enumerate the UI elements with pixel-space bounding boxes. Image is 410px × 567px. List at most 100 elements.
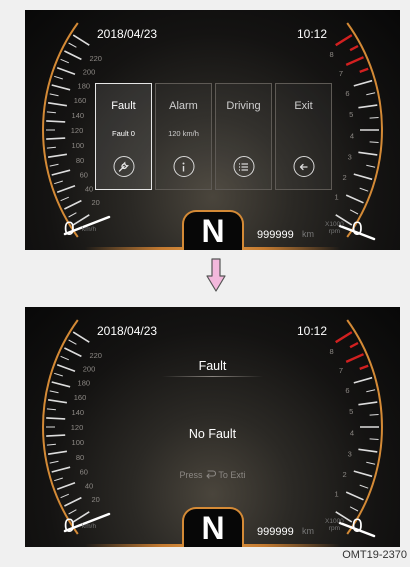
speed-unit: km/h xyxy=(82,523,97,530)
menu-item-fault[interactable]: Fault Fault 0 xyxy=(95,83,152,190)
speed-tick xyxy=(54,372,63,377)
speed-scale-label: 140 xyxy=(72,408,85,417)
rpm-tick xyxy=(345,491,364,501)
speed-scale-label: 140 xyxy=(72,111,85,120)
odometer-value: 999999 xyxy=(257,229,294,241)
back-arrow-icon xyxy=(293,156,314,177)
rpm-tick xyxy=(369,117,379,119)
rpm-tick xyxy=(349,209,359,215)
fault-status-message: No Fault xyxy=(188,427,237,441)
speed-tick xyxy=(49,390,59,394)
speed-tick xyxy=(68,339,77,345)
speed-tick xyxy=(49,163,59,167)
rpm-scale-label: 1 xyxy=(335,193,339,202)
rpm-tick xyxy=(369,141,379,143)
rpm-tick xyxy=(358,401,378,406)
rpm-tick xyxy=(358,151,378,156)
cluster-screen-menu: 220 200 180 160 140 120 100 80 60 40 20 8 7 6 5 4 3 2 1 2… xyxy=(25,10,400,250)
speed-tick xyxy=(56,66,76,76)
rpm-scale-label: 5 xyxy=(349,407,353,416)
speed-tick xyxy=(47,153,68,158)
menu-item-value xyxy=(276,129,331,139)
speed-scale-label: 180 xyxy=(78,379,91,388)
speed-tick xyxy=(60,493,69,499)
speed-zero-label: 0 xyxy=(64,219,75,240)
speed-scale-label: 80 xyxy=(76,453,84,462)
speed-tick xyxy=(64,347,82,358)
menu-item-driving[interactable]: Driving xyxy=(215,83,272,190)
info-icon xyxy=(173,156,194,177)
speed-scale-label: 160 xyxy=(74,96,87,105)
speed-scale-label: 200 xyxy=(83,68,96,77)
speed-tick xyxy=(68,509,77,515)
rpm-tick xyxy=(345,56,364,66)
rpm-tick xyxy=(359,187,369,192)
figure-caption: OMT19-2370 xyxy=(342,549,407,561)
speed-tick xyxy=(56,481,76,491)
speed-tick xyxy=(72,331,90,343)
rpm-tick xyxy=(359,484,369,489)
speed-tick xyxy=(47,102,68,107)
rpm-zero-label: 0 xyxy=(352,219,363,240)
rpm-scale-label: 2 xyxy=(343,173,347,182)
menu-item-value: 120 km/h xyxy=(168,129,199,138)
speed-tick xyxy=(47,399,68,404)
menu-item-exit[interactable]: Exit xyxy=(275,83,332,190)
rpm-zero-label: 0 xyxy=(352,516,363,537)
speed-tick xyxy=(72,214,90,226)
rpm-tick xyxy=(366,461,376,465)
speed-scale-label: 160 xyxy=(74,393,87,402)
rpm-tick xyxy=(345,194,364,204)
gear-letter: N xyxy=(201,213,225,249)
rpm-unit-label: rpm xyxy=(328,525,340,532)
speed-tick xyxy=(60,58,69,64)
menu-item-label: Driving xyxy=(226,100,261,112)
speed-tick xyxy=(64,50,82,61)
rpm-scale-label: 6 xyxy=(345,89,349,98)
rpm-tick xyxy=(353,376,373,384)
speed-tick xyxy=(68,212,77,218)
rpm-unit-multiplier: X1000 xyxy=(325,518,344,525)
odometer-unit: km xyxy=(302,526,314,536)
speed-tick xyxy=(49,460,59,464)
return-icon xyxy=(205,470,217,481)
gear-letter: N xyxy=(201,510,225,546)
rpm-scale-label: 4 xyxy=(350,131,354,140)
date-display: 2018/04/23 xyxy=(97,324,158,338)
menu-item-alarm[interactable]: Alarm 120 km/h xyxy=(155,83,212,190)
settings-menu: Fault Fault 0 Alarm 120 km/h Driving Exi… xyxy=(95,83,332,190)
speed-tick xyxy=(47,450,68,455)
speed-scale-label: 40 xyxy=(85,185,93,194)
speed-scale-label: 180 xyxy=(78,82,91,91)
speed-unit: km/h xyxy=(82,226,97,233)
rpm-scale-label: 3 xyxy=(348,152,352,161)
speed-tick xyxy=(46,408,56,411)
rpm-tick xyxy=(349,506,359,512)
exit-hint-suffix: To Exti xyxy=(218,470,246,480)
rpm-unit: X1000 rpm xyxy=(325,518,344,532)
speed-scale-label: 40 xyxy=(85,482,93,491)
speed-tick xyxy=(49,93,59,97)
down-arrow-icon xyxy=(206,258,226,292)
menu-item-value: Fault 0 xyxy=(112,129,135,138)
rpm-scale-label: 5 xyxy=(349,110,353,119)
rpm-scale-label: 8 xyxy=(330,50,334,59)
speed-tick xyxy=(51,84,71,91)
rpm-scale-label: 3 xyxy=(348,449,352,458)
rpm-tick xyxy=(349,44,359,52)
speed-scale-label: 100 xyxy=(72,141,85,150)
speed-tick xyxy=(46,111,56,114)
rpm-tick xyxy=(359,67,369,74)
gear-indicator: N xyxy=(182,210,244,250)
speed-tick xyxy=(51,381,71,388)
speed-tick xyxy=(46,417,66,420)
speed-tick xyxy=(54,75,63,80)
menu-item-label: Alarm xyxy=(169,100,198,112)
speed-tick xyxy=(46,137,66,140)
list-icon xyxy=(233,156,254,177)
cluster-screen-fault: 220 200 180 160 140 120 100 80 60 40 20 87654321 2… xyxy=(25,307,400,547)
speed-tick xyxy=(60,196,69,202)
exit-hint-prefix: Press xyxy=(179,470,203,480)
speed-tick xyxy=(46,443,56,446)
speed-scale-label: 120 xyxy=(71,126,84,135)
